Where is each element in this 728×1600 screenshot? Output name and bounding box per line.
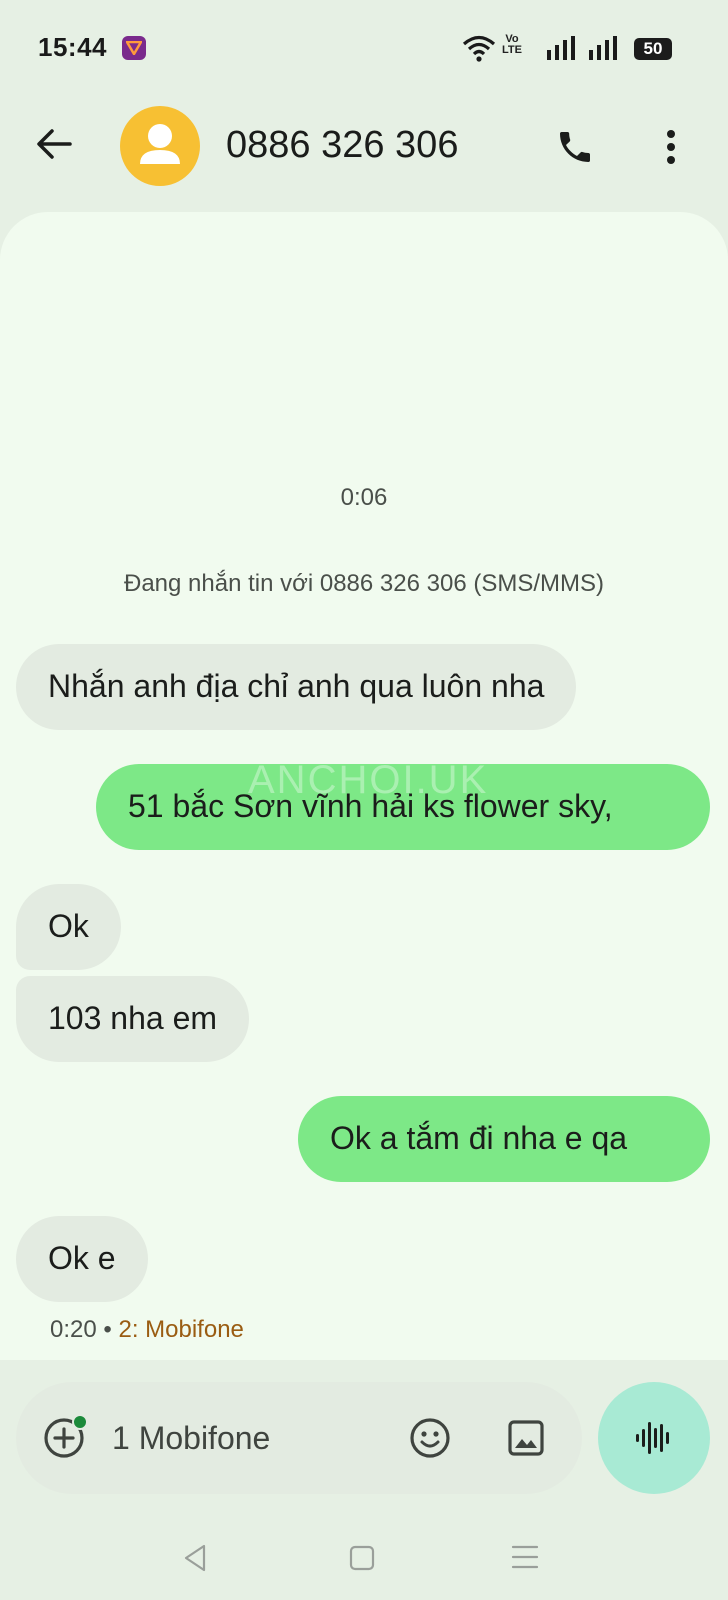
status-bar: 15:44 Vo LTE 50 — [0, 0, 728, 96]
battery-icon: 50 — [634, 38, 672, 60]
sim-label: 2: Mobifone — [118, 1316, 244, 1343]
avatar-person-icon — [140, 124, 180, 164]
app-notification-icon — [122, 36, 146, 60]
nav-menu-icon[interactable] — [510, 1542, 540, 1577]
add-indicator-dot — [72, 1414, 88, 1430]
battery-level: 50 — [634, 38, 672, 60]
signal-sim1-icon — [546, 36, 576, 65]
contact-title[interactable]: 0886 326 306 — [226, 124, 458, 167]
voice-wave-icon[interactable] — [598, 1382, 710, 1494]
phone-icon[interactable] — [550, 122, 600, 172]
message-bubble-outgoing[interactable]: 51 bắc Sơn vĩnh hải ks flower sky, — [96, 764, 710, 850]
message-bubble-incoming[interactable]: 103 nha em — [16, 976, 250, 1062]
back-arrow-icon[interactable] — [30, 120, 78, 168]
conversation-info: Đang nhắn tin với 0886 326 306 (SMS/MMS) — [124, 570, 604, 597]
emoji-icon[interactable] — [408, 1416, 452, 1460]
navigation-bar — [0, 1520, 728, 1600]
message-input[interactable] — [112, 1412, 372, 1464]
status-time: 15:44 — [38, 32, 107, 62]
compose-bar — [16, 1382, 582, 1494]
volte-icon: Vo LTE — [502, 34, 522, 56]
message-bubble-incoming[interactable]: Nhắn anh địa chỉ anh qua luôn nha — [16, 644, 577, 730]
message-time: 0:20 — [50, 1316, 97, 1343]
wifi-icon — [462, 34, 496, 67]
volte-bottom-label: LTE — [502, 44, 522, 56]
signal-sim2-icon — [588, 36, 618, 65]
meta-separator: • — [103, 1316, 112, 1343]
nav-home-icon[interactable] — [348, 1544, 376, 1577]
message-bubble-incoming[interactable]: Ok — [16, 884, 121, 970]
nav-back-icon[interactable] — [180, 1542, 212, 1579]
conversation-timestamp: 0:06 — [340, 484, 388, 511]
message-bubble-outgoing[interactable]: Ok a tắm đi nha e qa — [298, 1096, 710, 1182]
gallery-icon[interactable] — [504, 1416, 548, 1460]
message-bubble-incoming[interactable]: Ok e — [16, 1216, 148, 1302]
contact-avatar[interactable] — [120, 106, 200, 186]
message-meta: 0:20 • 2: Mobifone — [50, 1316, 244, 1344]
more-vert-icon[interactable] — [646, 122, 696, 172]
